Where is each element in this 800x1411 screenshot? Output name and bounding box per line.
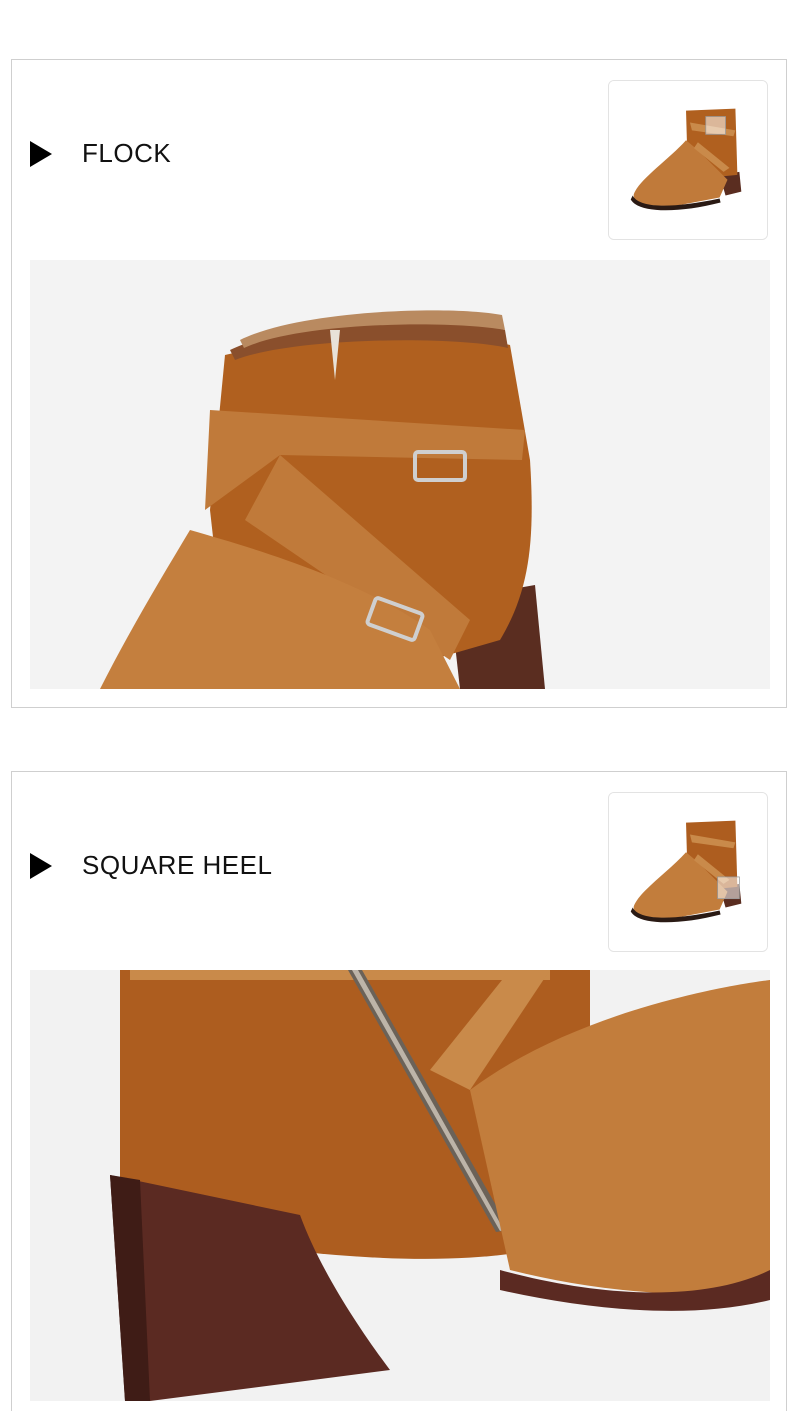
boot-thumbnail[interactable] — [608, 80, 768, 240]
boot-heel-closeup-icon — [30, 970, 770, 1401]
feature-card-flock: FLOCK — [11, 59, 787, 708]
feature-heading: FLOCK — [30, 138, 171, 169]
play-arrow-icon — [30, 852, 52, 879]
play-arrow-icon — [30, 140, 52, 167]
feature-card-square-heel: SQUARE HEEL — [11, 771, 787, 1411]
boot-buckle-closeup-icon — [30, 260, 770, 689]
feature-heading: SQUARE HEEL — [30, 850, 272, 881]
feature-label: FLOCK — [82, 138, 172, 168]
product-photo — [30, 970, 770, 1401]
ankle-boot-thumbnail-icon — [609, 81, 767, 239]
product-photo — [30, 260, 770, 689]
ankle-boot-thumbnail-icon — [609, 793, 767, 951]
feature-label: SQUARE HEEL — [82, 850, 273, 880]
boot-thumbnail[interactable] — [608, 792, 768, 952]
